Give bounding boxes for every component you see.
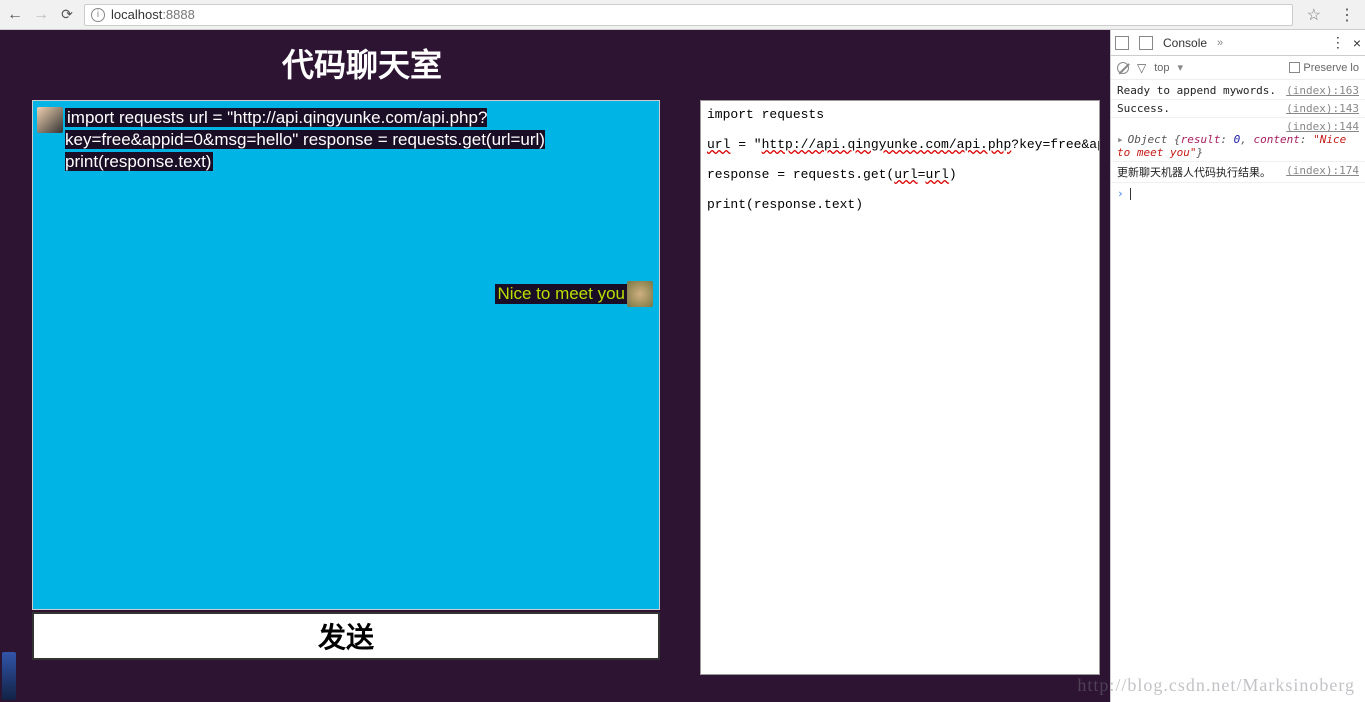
text-caret <box>1130 188 1131 200</box>
bot-message-text: Nice to meet you <box>495 284 627 304</box>
log-row: Success. (index):143 <box>1111 100 1365 118</box>
main-area: 代码聊天室 import requests url = "http://api.… <box>0 30 1365 702</box>
prompt-chevron-icon: › <box>1117 187 1124 200</box>
context-selector[interactable]: top <box>1154 62 1169 74</box>
inspect-icon[interactable] <box>1115 36 1129 50</box>
forward-button[interactable]: → <box>32 6 50 24</box>
code-line: print(response.text) <box>707 197 863 212</box>
preserve-label: Preserve lo <box>1303 62 1359 74</box>
log-source[interactable]: (index):143 <box>1286 102 1359 115</box>
log-row: (index):144 ▸Object {result: 0, content:… <box>1111 118 1365 162</box>
clear-console-icon[interactable] <box>1117 62 1129 74</box>
reload-button[interactable]: ⟳ <box>58 6 76 24</box>
bot-avatar <box>627 281 653 307</box>
side-widget <box>2 652 16 700</box>
tab-console[interactable]: Console <box>1163 36 1207 50</box>
log-row: Ready to append mywords. (index):163 <box>1111 82 1365 100</box>
filter-icon[interactable]: ▽ <box>1137 61 1146 75</box>
send-button[interactable]: 发送 <box>32 612 660 660</box>
code-line: import requests <box>707 107 824 122</box>
devtools-tabs: Console » ⋮ × <box>1111 30 1365 56</box>
info-icon[interactable]: i <box>91 8 105 22</box>
page-title: 代码聊天室 <box>32 40 692 86</box>
log-source[interactable]: (index):174 <box>1286 164 1359 180</box>
bot-message: Nice to meet you <box>495 281 655 307</box>
user-avatar <box>37 107 63 133</box>
chevron-down-icon: ▾ <box>1178 61 1184 74</box>
browser-menu-icon[interactable]: ⋮ <box>1335 5 1359 25</box>
address-bar[interactable]: i localhost:8888 <box>84 4 1293 26</box>
log-source[interactable]: (index):144 <box>1286 120 1359 133</box>
devtools-panel: Console » ⋮ × ▽ top ▾ Preserve lo Ready … <box>1110 30 1365 702</box>
page-content: 代码聊天室 import requests url = "http://api.… <box>0 30 1110 702</box>
devtools-menu-icon[interactable]: ⋮ <box>1331 34 1345 51</box>
chevron-right-icon[interactable]: » <box>1217 37 1223 49</box>
user-message: import requests url = "http://api.qingyu… <box>37 107 567 173</box>
log-message: 更新聊天机器人代码执行结果。 <box>1117 164 1282 180</box>
log-message: Ready to append mywords. <box>1117 84 1282 97</box>
device-toggle-icon[interactable] <box>1139 36 1153 50</box>
url-port: :8888 <box>162 7 195 22</box>
console-controls: ▽ top ▾ Preserve lo <box>1111 56 1365 80</box>
log-message: (index):144 ▸Object {result: 0, content:… <box>1117 120 1359 159</box>
console-prompt[interactable]: › <box>1111 183 1365 204</box>
expand-icon[interactable]: ▸ <box>1117 133 1124 146</box>
code-editor[interactable]: import requests url = "http://api.qingyu… <box>700 100 1100 675</box>
console-log: Ready to append mywords. (index):163 Suc… <box>1111 80 1365 702</box>
chat-box: import requests url = "http://api.qingyu… <box>32 100 660 610</box>
browser-toolbar: ← → ⟳ i localhost:8888 ☆ ⋮ <box>0 0 1365 30</box>
bookmark-star-icon[interactable]: ☆ <box>1307 5 1321 25</box>
log-row: 更新聊天机器人代码执行结果。 (index):174 <box>1111 162 1365 183</box>
url-host: localhost <box>111 7 162 22</box>
log-message: Success. <box>1117 102 1282 115</box>
preserve-log[interactable]: Preserve lo <box>1289 62 1359 74</box>
preserve-checkbox[interactable] <box>1289 62 1300 73</box>
log-source[interactable]: (index):163 <box>1286 84 1359 97</box>
back-button[interactable]: ← <box>6 6 24 24</box>
user-message-text: import requests url = "http://api.qingyu… <box>65 107 567 173</box>
devtools-close-icon[interactable]: × <box>1353 35 1361 51</box>
